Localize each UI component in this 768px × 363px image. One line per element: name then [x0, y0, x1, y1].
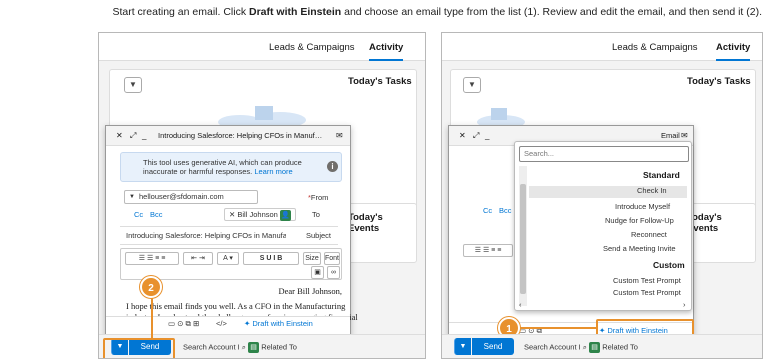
tab-activity[interactable]: Activity — [716, 42, 751, 61]
account-icon: ▤ — [589, 342, 601, 353]
search-icon: ⌕ — [582, 342, 587, 352]
recipient-pill[interactable]: ✕ Bill Johnson 👤 — [224, 208, 296, 221]
screenshot-step-1: Leads & Campaigns Activity Today's Tasks… — [441, 32, 763, 359]
tab-activity[interactable]: Activity — [369, 42, 404, 61]
instruction-caption: Start creating an email. Click Draft wit… — [6, 6, 762, 19]
draft-with-einstein-button[interactable]: ✦ Draft with Einstein — [244, 319, 313, 328]
code-icon[interactable]: </> — [216, 319, 227, 328]
bcc-link[interactable]: Bcc — [499, 206, 512, 215]
font-select[interactable]: Font — [324, 252, 340, 265]
attachment-icons[interactable]: ▭ ⊙ ⧉ ⊞ — [168, 319, 199, 329]
from-select[interactable]: hellouser@sfdomain.com ▼ — [124, 190, 258, 204]
einstein-icon: ✦ — [244, 319, 251, 328]
font-color-button[interactable]: A ▾ — [217, 252, 239, 265]
image-icon[interactable]: ▣ — [311, 266, 324, 279]
menu-scrollbar[interactable] — [519, 166, 527, 306]
callout-line — [151, 295, 153, 339]
list-format-buttons[interactable]: ☰ ☰ ≡ ≡ — [463, 244, 513, 257]
expand-icon[interactable]: ⤢ — [130, 126, 136, 146]
to-label: To — [312, 210, 320, 219]
related-label: Related To — [602, 342, 638, 352]
tab-leads-campaigns[interactable]: Leads & Campaigns — [612, 42, 698, 53]
related-to-field[interactable]: Search Account I ⌕ ▤ Related To — [183, 342, 297, 353]
menu-item-nudge-follow-up[interactable]: Nudge for Follow-Up — [605, 216, 674, 225]
menu-section-standard: Standard — [643, 170, 680, 180]
close-icon[interactable]: ✕ — [116, 126, 123, 146]
text-style-buttons[interactable]: S U I B — [243, 252, 299, 265]
minimize-icon[interactable]: _ — [485, 126, 489, 146]
caption-suffix: and choose an email type from the list (… — [341, 6, 762, 18]
rich-text-toolbar: ☰ ☰ ≡ ≡ ⇤ ⇥ A ▾ S U I B Size Font ▣ ∞ — [120, 248, 342, 280]
menu-search-input[interactable]: Search... — [519, 146, 689, 162]
step-badge-2: 2 — [140, 276, 162, 298]
scroll-left-icon[interactable]: ‹ — [519, 300, 522, 309]
size-select[interactable]: Size — [303, 252, 321, 265]
composer-title: Introducing Salesforce: Helping CFOs in … — [158, 131, 326, 140]
menu-item-check-in[interactable]: Check In — [529, 186, 687, 198]
search-icon: ⌕ — [241, 342, 246, 352]
einstein-prompt-menu: Search... Standard Check In Introduce My… — [514, 141, 692, 311]
related-search: Search Account I — [524, 342, 581, 352]
caption-bold: Draft with Einstein — [249, 6, 342, 18]
expand-icon[interactable]: ⤢ — [473, 126, 479, 146]
send-options-button[interactable]: ▼ — [454, 338, 471, 355]
menu-item-custom-2[interactable]: Custom Test Prompt — [613, 288, 681, 297]
related-label: Related To — [261, 342, 297, 352]
chevron-down-icon[interactable]: ▼ — [463, 77, 481, 93]
bcc-link[interactable]: Bcc — [150, 210, 163, 219]
todays-events-title: Today's Events — [687, 212, 722, 234]
scroll-thumb[interactable] — [520, 184, 526, 294]
related-to-field[interactable]: Search Account I ⌕ ▤ Related To — [524, 342, 638, 353]
ai-notice: i This tool uses generative AI, which ca… — [120, 152, 342, 182]
send-button[interactable]: Send — [472, 338, 514, 355]
recipient-name: Bill Johnson — [237, 210, 278, 219]
body-line-1: I hope this email finds you well. As a C… — [126, 301, 346, 311]
composer-actions: ▭ ⊙ ⧉ ⊞ </> ✦ Draft with Einstein — [106, 316, 350, 332]
from-value: hellouser@sfdomain.com — [139, 192, 224, 201]
screenshot-step-2: Leads & Campaigns Activity Today's Tasks… — [98, 32, 426, 359]
menu-item-introduce-myself[interactable]: Introduce Myself — [615, 202, 670, 211]
menu-item-reconnect[interactable]: Reconnect — [631, 230, 667, 239]
from-label: *From — [308, 193, 329, 202]
account-icon: ▤ — [248, 342, 260, 353]
todays-tasks-title: Today's Tasks — [348, 76, 412, 87]
menu-item-meeting-invite[interactable]: Send a Meeting Invite — [603, 244, 676, 253]
learn-more-link[interactable]: Learn more — [254, 167, 292, 176]
indent-buttons[interactable]: ⇤ ⇥ — [183, 252, 213, 265]
scroll-right-icon[interactable]: › — [683, 300, 686, 309]
tab-leads-campaigns[interactable]: Leads & Campaigns — [269, 42, 355, 53]
subject-label: Subject — [306, 231, 332, 240]
info-icon: i — [327, 161, 338, 172]
utility-footer: ▼ Send Search Account I ⌕ ▤ Related To — [442, 334, 762, 358]
link-icon[interactable]: ∞ — [327, 266, 340, 279]
contact-icon: 👤 — [279, 209, 291, 221]
email-icon: ✉ — [336, 131, 343, 140]
subject-input[interactable]: Introducing Salesforce: Helping CFOs in … — [126, 231, 286, 240]
tab-bar: Leads & Campaigns Activity — [99, 33, 425, 61]
menu-item-custom-1[interactable]: Custom Test Prompt — [613, 276, 681, 285]
menu-section-custom: Custom — [653, 260, 685, 270]
cc-link[interactable]: Cc — [134, 210, 143, 219]
composer-header: ✕ ⤢ _ Introducing Salesforce: Helping CF… — [106, 126, 350, 146]
caption-prefix: Start creating an email. Click — [112, 6, 249, 18]
send-highlight — [103, 338, 175, 358]
minimize-icon[interactable]: _ — [142, 126, 146, 146]
close-icon[interactable]: ✕ — [459, 126, 466, 146]
tab-bar: Leads & Campaigns Activity — [442, 33, 762, 61]
callout-line — [520, 327, 596, 329]
email-composer: ✕ ⤢ _ Introducing Salesforce: Helping CF… — [105, 125, 358, 357]
todays-events-title: Today's Events — [348, 212, 383, 234]
todays-tasks-title: Today's Tasks — [687, 76, 751, 87]
chevron-down-icon: ▼ — [129, 194, 135, 200]
related-search: Search Account I — [183, 342, 240, 352]
cc-link[interactable]: Cc — [483, 206, 492, 215]
close-icon[interactable]: ✕ — [229, 210, 235, 219]
list-format-buttons[interactable]: ☰ ☰ ≡ ≡ — [125, 252, 179, 265]
chevron-down-icon[interactable]: ▼ — [124, 77, 142, 93]
